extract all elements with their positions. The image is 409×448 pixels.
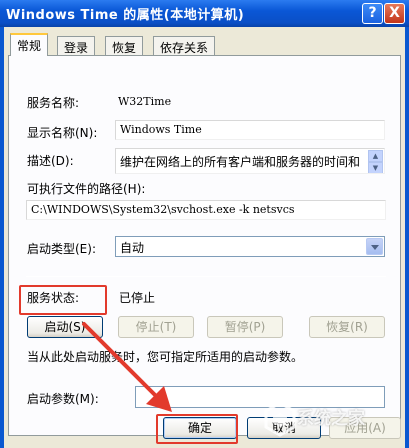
watermark-text: 系统之家: [297, 409, 365, 429]
watermark-logo-icon: [264, 401, 296, 437]
arrow-icon: [82, 322, 172, 412]
tab-general[interactable]: 常规: [10, 33, 49, 56]
properties-window: Windows Time 的属性(本地计算机) ? X 常规 登录 恢复 依存关…: [0, 0, 409, 448]
